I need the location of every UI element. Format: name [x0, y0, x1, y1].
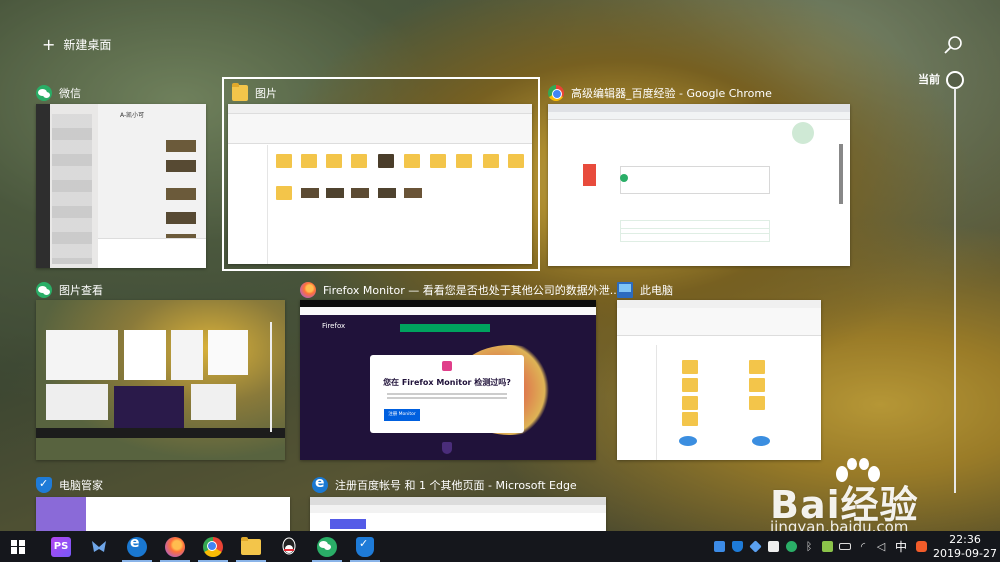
photo-viewer-thumbnail[interactable]: [36, 300, 285, 460]
taskbar-explorer[interactable]: [232, 531, 270, 562]
taskbar-firefox[interactable]: [156, 531, 194, 562]
tray-volume-icon[interactable]: ◁: [872, 531, 890, 562]
qq-icon: [282, 537, 296, 554]
window-title: 图片查看: [59, 284, 103, 297]
wechat-icon: [317, 536, 337, 557]
folder-icon: [232, 83, 248, 101]
taskbar-pc-manager[interactable]: [346, 531, 384, 562]
system-tray: ᛒ ◜ ◁ 中 22:36 2019-09-27: [710, 531, 1000, 562]
taskbar-phpstorm[interactable]: PS: [42, 531, 80, 562]
wechat-thumbnail[interactable]: A-凯小可: [36, 104, 206, 268]
firefox-thumbnail[interactable]: Firefox 您在 Firefox Monitor 检测过吗? 注册 Moni…: [300, 300, 596, 460]
start-button[interactable]: [0, 531, 36, 562]
wechat-icon: [36, 282, 52, 298]
tray-monitor-icon[interactable]: [818, 531, 836, 562]
window-title: 高级编辑器_百度经验 - Google Chrome: [571, 87, 772, 100]
clock-time: 22:36: [949, 532, 981, 546]
timeline-current-marker[interactable]: [946, 71, 964, 89]
shield-icon: [356, 536, 374, 557]
firefox-icon: [165, 536, 185, 557]
chat-title: A-凯小可: [120, 112, 145, 119]
window-header: 注册百度帐号 和 1 个其他页面 - Microsoft Edge: [312, 475, 577, 495]
chrome-thumbnail[interactable]: [548, 104, 850, 266]
plus-icon: +: [42, 34, 56, 54]
taskbar-qq[interactable]: [270, 531, 308, 562]
tray-shield-icon[interactable]: [728, 531, 746, 562]
shield-icon: [36, 477, 52, 493]
new-desktop-label: 新建桌面: [63, 38, 112, 52]
tray-wifi-icon[interactable]: ◜: [854, 531, 872, 562]
timeline-current-label: 当前: [918, 73, 940, 86]
phpstorm-icon: PS: [51, 536, 71, 557]
window-title: 注册百度帐号 和 1 个其他页面 - Microsoft Edge: [335, 479, 577, 492]
bird-app-icon: [92, 540, 106, 552]
clock-date: 2019-09-27: [933, 546, 997, 560]
baidu-jingyan-watermark: Bai经验 jingyan.baidu.com: [770, 458, 970, 536]
tray-cube-icon[interactable]: [710, 531, 728, 562]
new-desktop-button[interactable]: + 新建桌面: [42, 36, 111, 53]
windows-logo-icon: [11, 539, 25, 554]
folder-icon: [241, 536, 261, 555]
pc-manager-thumbnail[interactable]: [36, 497, 290, 531]
window-title: 电脑管家: [59, 479, 103, 492]
wechat-icon: [36, 85, 52, 101]
firefox-brand: Firefox: [322, 322, 346, 330]
window-header: Firefox Monitor — 看看您是否也处于其他公司的数据外泄...: [300, 280, 620, 300]
pictures-thumbnail[interactable]: [228, 104, 532, 264]
window-title: 微信: [59, 87, 81, 100]
computer-icon: [617, 282, 633, 298]
edge-thumbnail[interactable]: [310, 497, 606, 531]
edge-icon: [312, 475, 328, 493]
monitor-card: 您在 Firefox Monitor 检测过吗? 注册 Monitor: [370, 355, 524, 433]
chrome-icon: [548, 85, 564, 101]
window-title: 此电脑: [640, 284, 673, 297]
window-header: 此电脑: [617, 280, 673, 300]
tray-dropbox-icon[interactable]: [746, 531, 764, 562]
window-header: 图片: [232, 83, 277, 103]
search-icon[interactable]: [943, 34, 965, 56]
window-title: 图片: [255, 87, 277, 100]
tray-bluetooth-icon[interactable]: ᛒ: [800, 531, 818, 562]
window-title: Firefox Monitor — 看看您是否也处于其他公司的数据外泄...: [323, 284, 621, 297]
monitor-signup-button[interactable]: 注册 Monitor: [384, 409, 420, 421]
tray-wechat-icon[interactable]: [782, 531, 800, 562]
edge-icon: [127, 535, 147, 557]
tray-battery-icon[interactable]: [836, 531, 854, 562]
tray-sogou-icon[interactable]: [912, 531, 930, 562]
taskbar-edge[interactable]: [118, 531, 156, 562]
window-header: 高级编辑器_百度经验 - Google Chrome: [548, 83, 772, 103]
taskbar-bird-app[interactable]: [80, 531, 118, 562]
taskbar-clock[interactable]: 22:36 2019-09-27: [930, 533, 1000, 561]
window-header: 图片查看: [36, 280, 103, 300]
timeline-scrollbar[interactable]: [954, 88, 956, 493]
taskbar-chrome[interactable]: [194, 531, 232, 562]
window-header: 电脑管家: [36, 475, 103, 495]
chrome-icon: [203, 536, 223, 557]
input-method-indicator[interactable]: 中: [890, 538, 912, 555]
this-pc-thumbnail[interactable]: [617, 300, 821, 460]
tray-note-icon[interactable]: [764, 531, 782, 562]
firefox-icon: [300, 282, 316, 298]
window-header: 微信: [36, 83, 81, 103]
taskbar-wechat[interactable]: [308, 531, 346, 562]
monitor-headline: 您在 Firefox Monitor 检测过吗?: [383, 378, 511, 387]
